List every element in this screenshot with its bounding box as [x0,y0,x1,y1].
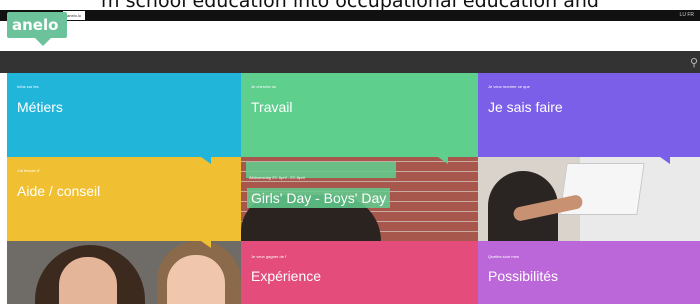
tile-aide-notch [201,241,211,248]
page-caption: m school education into occupational edu… [101,0,599,12]
tile-girls-day-boys-day[interactable]: Aktiounsdag 23. April - 23. April Girls'… [241,157,478,241]
tile-possibilites[interactable]: Quelles sont mes Possibilités [478,241,700,304]
tile-experience[interactable]: Je veux gagner de l' Expérience [241,241,478,304]
tile-metiers-notch [201,157,211,164]
tile-poss-title: Possibilités [488,268,559,284]
tile-travail-kicker: Je cherche du [251,84,277,89]
event-date: Aktiounsdag 23. April - 23. April [249,175,305,180]
tile-metiers[interactable]: Infos sur les Métiers [7,73,241,157]
tile-sais-notch [660,157,670,164]
tile-photo-laptop[interactable] [478,157,700,241]
logo-speech-tail [35,38,51,46]
tile-aide-kicker: J'ai besoin d' [17,168,40,173]
tile-sais-kicker: Je veux montrer ce que [488,84,530,89]
tile-aide-title: Aide / conseil [17,183,101,199]
tile-je-sais-faire[interactable]: Je veux montrer ce que Je sais faire [478,73,700,157]
tile-travail-title: Travail [251,99,293,115]
tile-metiers-kicker: Infos sur les [17,84,39,89]
logo-text: anelo [12,16,59,34]
tile-travail-notch [438,157,448,164]
tile-metiers-title: Métiers [17,99,63,115]
event-title: Girls' Day - Boys' Day [247,188,391,208]
tile-aide-conseil[interactable]: J'ai besoin d' Aide / conseil [7,157,241,241]
student-2-face [167,255,225,304]
main-navbar: ⚲ [0,51,700,73]
student-1-face [59,257,117,304]
tile-poss-kicker: Quelles sont mes [488,254,519,259]
tile-exp-kicker: Je veux gagner de l' [251,254,287,259]
site-header [0,21,700,51]
anelo-logo[interactable]: anelo [7,12,67,46]
tile-sais-title: Je sais faire [488,99,563,115]
tile-travail[interactable]: Je cherche du Travail [241,73,478,157]
search-icon[interactable]: ⚲ [690,56,698,69]
tile-exp-title: Expérience [251,268,322,284]
language-switch[interactable]: LU FR [680,10,694,21]
tile-photo-students[interactable] [7,241,241,304]
